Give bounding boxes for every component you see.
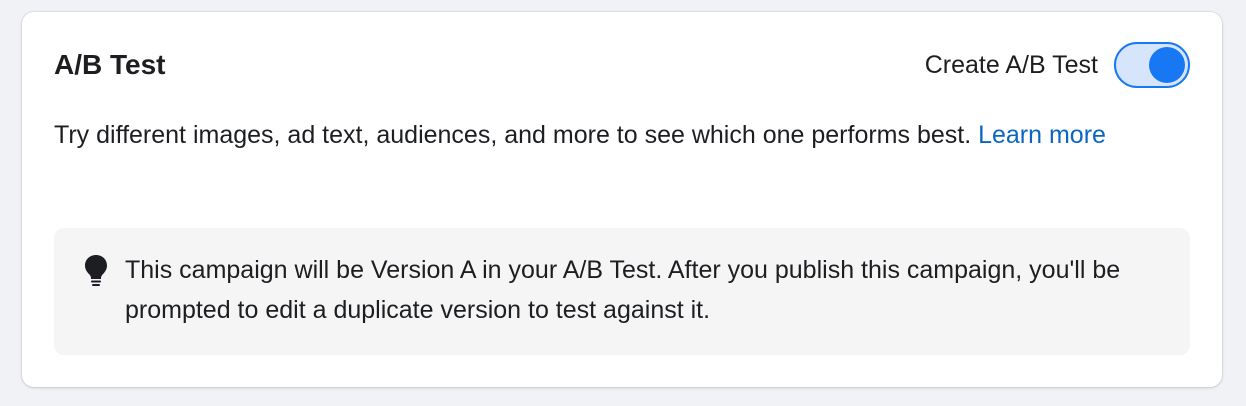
ab-test-card: A/B Test Create A/B Test Try different i…: [22, 12, 1222, 387]
learn-more-link[interactable]: Learn more: [978, 121, 1106, 149]
section-description: Try different images, ad text, audiences…: [54, 115, 1162, 155]
section-title: A/B Test: [54, 49, 166, 80]
toggle-label: Create A/B Test: [924, 50, 1098, 79]
toggle-knob: [1149, 47, 1185, 83]
notice-text: This campaign will be Version A in your …: [125, 256, 1121, 324]
info-notice: This campaign will be Version A in your …: [54, 228, 1190, 355]
create-ab-test-control: Create A/B Test: [925, 42, 1190, 88]
card-header: A/B Test Create A/B Test: [54, 42, 1190, 88]
lightbulb-icon: [85, 255, 107, 286]
description-text: Try different images, ad text, audiences…: [54, 121, 972, 149]
create-ab-test-toggle[interactable]: [1114, 42, 1190, 88]
